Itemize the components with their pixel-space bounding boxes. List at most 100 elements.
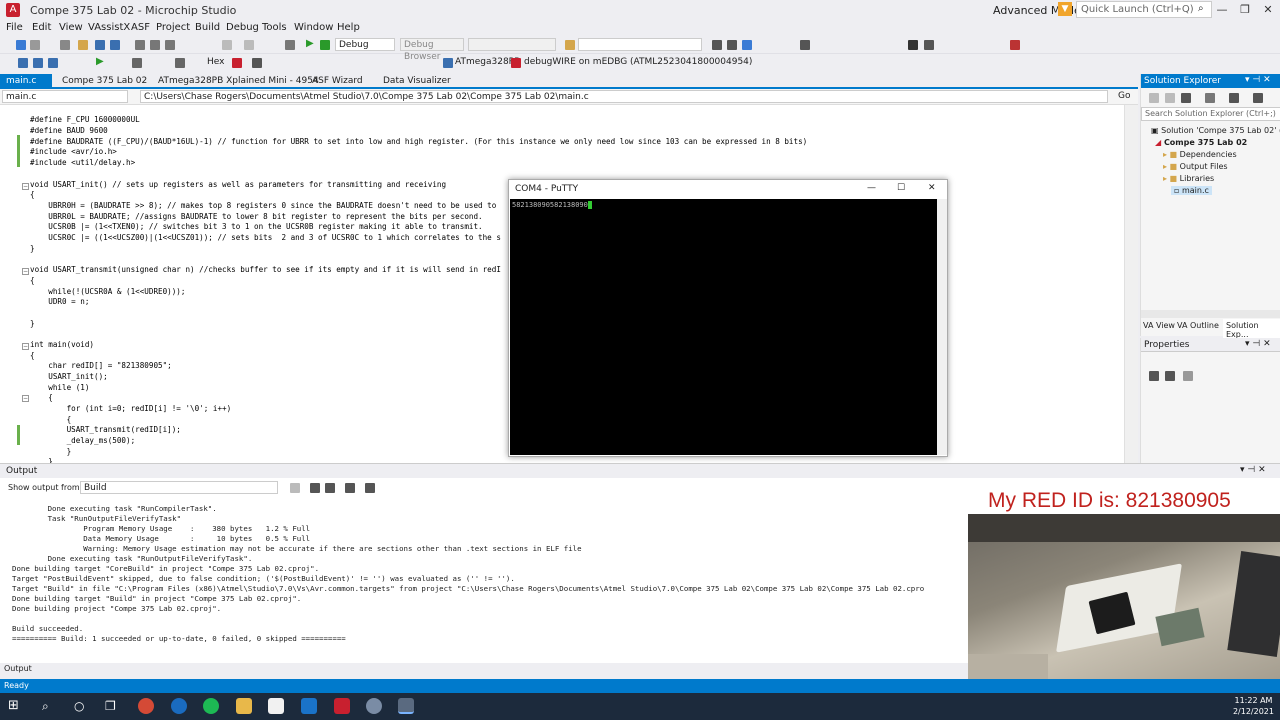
menu-help[interactable]: Help [337, 22, 360, 33]
menu-build[interactable]: Build [195, 22, 220, 33]
stop-icon[interactable] [908, 40, 918, 50]
solution-search-input[interactable]: Search Solution Explorer (Ctrl+;) [1141, 107, 1280, 121]
menu-tools[interactable]: Tools [262, 22, 287, 33]
tab-project[interactable]: Compe 375 Lab 02 [56, 74, 153, 88]
back-icon[interactable] [16, 40, 26, 50]
fold-toggle[interactable]: − [22, 183, 29, 190]
device-programming-icon[interactable] [712, 40, 722, 50]
tab-va-view[interactable]: VA View [1143, 321, 1175, 330]
editor-vertical-scrollbar[interactable] [1124, 105, 1138, 463]
tool-icon[interactable] [511, 58, 521, 68]
spotify-icon[interactable] [203, 698, 219, 714]
menu-debug[interactable]: Debug [226, 22, 259, 33]
putty-close-button[interactable]: ✕ [928, 183, 936, 193]
find-icon[interactable] [285, 40, 295, 50]
tree-item-project[interactable]: ◢ Compe 375 Lab 02 [1155, 138, 1247, 147]
back-icon[interactable] [1149, 93, 1159, 103]
task-view-icon[interactable]: ❐ [105, 699, 116, 713]
chrome-icon[interactable] [138, 698, 154, 714]
pin-icon[interactable]: ▾ ⊣ ✕ [1245, 339, 1271, 349]
save-all-icon[interactable] [110, 40, 120, 50]
taskbar-clock[interactable]: 11:22 AM 2/12/2021 [1233, 695, 1274, 717]
settings-icon[interactable] [742, 40, 752, 50]
menu-project[interactable]: Project [156, 22, 190, 33]
property-pages-icon[interactable] [1183, 371, 1193, 381]
close-button[interactable]: ✕ [1256, 2, 1280, 18]
start-debugging-icon[interactable]: ▶ [306, 38, 314, 49]
putty-minimize-button[interactable]: — [867, 183, 876, 193]
menu-vassistx[interactable]: VAssistX [88, 22, 130, 33]
copy-icon[interactable] [150, 40, 160, 50]
tree-item-libraries[interactable]: ▸ ■ Libraries [1163, 174, 1214, 183]
undo-icon[interactable] [222, 40, 232, 50]
putty-scrollbar[interactable] [937, 199, 947, 455]
path-select[interactable]: C:\Users\Chase Rogers\Documents\Atmel St… [140, 90, 1108, 103]
configuration-select[interactable]: Debug [335, 38, 395, 51]
putty-window[interactable]: COM4 - PuTTY — ☐ ✕ 582138090582138090 [508, 179, 948, 457]
settings-icon[interactable] [1253, 93, 1263, 103]
go-button[interactable]: Go [1118, 91, 1130, 101]
hex-toggle[interactable]: Hex [207, 57, 224, 67]
microchip-icon[interactable] [232, 58, 242, 68]
device-icon[interactable] [443, 58, 453, 68]
maximize-button[interactable]: ❐ [1233, 2, 1257, 18]
menu-file[interactable]: File [6, 22, 23, 33]
next-bookmark-icon[interactable] [33, 58, 43, 68]
fold-toggle[interactable]: − [22, 268, 29, 275]
tab-va-outline[interactable]: VA Outline [1177, 321, 1219, 330]
menu-asf[interactable]: ASF [131, 22, 150, 33]
save-icon[interactable] [95, 40, 105, 50]
word-wrap-icon[interactable] [365, 483, 375, 493]
edge-icon[interactable] [171, 698, 187, 714]
show-output-select[interactable]: Build [80, 481, 278, 494]
next-message-icon[interactable] [325, 483, 335, 493]
windows-start-icon[interactable]: ⊞ [8, 699, 19, 713]
forward-icon[interactable] [1165, 93, 1175, 103]
layout-icon[interactable] [800, 40, 810, 50]
clear-all-icon[interactable] [345, 483, 355, 493]
tree-item-main-c[interactable]: ▫ main.c [1171, 186, 1212, 195]
tools-icon[interactable] [727, 40, 737, 50]
tab-data-visualizer[interactable]: Data Visualizer [377, 74, 457, 88]
fold-toggle[interactable]: − [22, 343, 29, 350]
tab-main-c[interactable]: main.c [0, 74, 52, 88]
putty-taskbar-icon[interactable] [398, 698, 414, 714]
mail-icon[interactable] [301, 698, 317, 714]
home-icon[interactable] [1181, 93, 1191, 103]
minimize-button[interactable]: — [1210, 2, 1234, 18]
search-icon[interactable]: ⌕ [1198, 3, 1204, 14]
search-icon[interactable]: ⌕ [42, 699, 49, 713]
cortana-icon[interactable]: ○ [74, 699, 84, 713]
step-icon[interactable] [924, 40, 934, 50]
store-icon[interactable] [268, 698, 284, 714]
forward-icon[interactable] [30, 40, 40, 50]
filter-icon[interactable]: ▼ [1058, 2, 1072, 16]
tab-xplained-mini[interactable]: ATmega328PB Xplained Mini - 4954 [152, 74, 325, 88]
cut-icon[interactable] [135, 40, 145, 50]
tree-item-dependencies[interactable]: ▸ ■ Dependencies [1163, 150, 1237, 159]
new-project-icon[interactable] [60, 40, 70, 50]
paste-icon[interactable] [165, 40, 175, 50]
debug-browser-select[interactable]: Debug Browser [400, 38, 464, 62]
step-over-icon[interactable] [175, 58, 185, 68]
bookmark-icon[interactable] [48, 58, 58, 68]
categorized-icon[interactable] [1149, 371, 1159, 381]
previous-message-icon[interactable] [310, 483, 320, 493]
breakpoint-icon[interactable] [1010, 40, 1020, 50]
browse-icon[interactable] [565, 40, 575, 50]
file-explorer-icon[interactable] [236, 698, 252, 714]
obs-icon[interactable] [366, 698, 382, 714]
window-layout-icon[interactable] [252, 58, 262, 68]
microchip-studio-taskbar-icon[interactable] [334, 698, 350, 714]
solution-horizontal-scrollbar[interactable] [1141, 310, 1280, 318]
refresh-icon[interactable] [1205, 93, 1215, 103]
find-message-icon[interactable] [290, 483, 300, 493]
putty-terminal[interactable]: 582138090582138090 [510, 199, 937, 455]
prev-bookmark-icon[interactable] [18, 58, 28, 68]
redo-icon[interactable] [244, 40, 254, 50]
pin-icon[interactable]: ▾ ⊣ ✕ [1245, 75, 1271, 85]
tab-asf-wizard[interactable]: ASF Wizard [306, 74, 369, 88]
file-select[interactable]: main.c [2, 90, 128, 103]
putty-maximize-button[interactable]: ☐ [897, 183, 905, 193]
collapse-icon[interactable] [1229, 93, 1239, 103]
